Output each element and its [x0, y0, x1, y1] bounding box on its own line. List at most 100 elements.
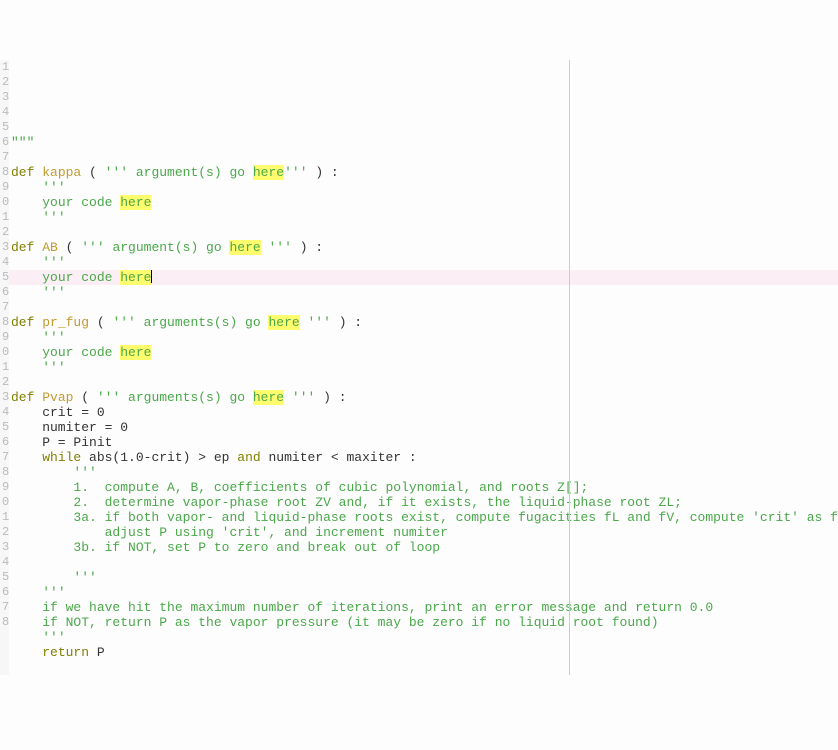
code-token: here — [229, 240, 260, 255]
code-token: ''' arguments(s) go — [112, 315, 268, 330]
code-line[interactable]: your code here — [9, 345, 838, 360]
code-token: ''' — [42, 180, 65, 195]
line-number: 3 — [0, 390, 8, 405]
line-number: 3 — [0, 240, 8, 255]
code-token — [11, 510, 73, 525]
code-token: kappa — [42, 165, 81, 180]
code-token: ''' — [42, 255, 65, 270]
line-number: 3 — [0, 90, 8, 105]
line-number: 6 — [0, 285, 8, 300]
code-line[interactable] — [9, 660, 838, 675]
code-token: Pvap — [42, 390, 73, 405]
code-line[interactable]: if we have hit the maximum number of ite… — [9, 600, 838, 615]
line-number: 7 — [0, 300, 8, 315]
text-cursor — [151, 270, 152, 283]
code-line[interactable]: adjust P using 'crit', and increment num… — [9, 525, 838, 540]
code-line[interactable]: def AB ( ''' argument(s) go here ''' ) : — [9, 240, 838, 255]
code-token — [11, 195, 42, 210]
line-number: 6 — [0, 135, 8, 150]
code-token — [11, 630, 42, 645]
line-number: 2 — [0, 375, 8, 390]
code-token: AB — [42, 240, 58, 255]
line-number-gutter: 12345678901234567890123456789012345678 — [0, 60, 9, 675]
code-line[interactable] — [9, 300, 838, 315]
line-number: 5 — [0, 420, 8, 435]
code-token — [11, 330, 42, 345]
code-line[interactable]: ''' — [9, 330, 838, 345]
code-token: here — [120, 345, 151, 360]
code-line[interactable]: def Pvap ( ''' arguments(s) go here ''' … — [9, 390, 838, 405]
line-number: 6 — [0, 435, 8, 450]
code-line[interactable]: 3a. if both vapor- and liquid-phase root… — [9, 510, 838, 525]
line-number: 8 — [0, 465, 8, 480]
code-line[interactable] — [9, 555, 838, 570]
line-number: 3 — [0, 540, 8, 555]
line-number: 2 — [0, 225, 8, 240]
code-line[interactable]: ''' — [9, 210, 838, 225]
code-token: 2. determine vapor-phase root ZV and, if… — [73, 495, 682, 510]
code-token: ) : — [323, 390, 346, 405]
line-number: 8 — [0, 315, 8, 330]
code-token: numiter < maxiter : — [268, 450, 416, 465]
code-line[interactable] — [9, 375, 838, 390]
code-token: ''' arguments(s) go — [97, 390, 253, 405]
print-margin-ruler — [569, 60, 570, 675]
code-line[interactable] — [9, 120, 838, 135]
code-token: ''' — [300, 315, 339, 330]
code-token: ''' — [73, 465, 96, 480]
code-line[interactable]: ''' — [9, 360, 838, 375]
code-token — [11, 600, 42, 615]
code-token: """ — [11, 135, 34, 150]
code-line[interactable]: your code here — [9, 195, 838, 210]
code-line[interactable]: """ — [9, 135, 838, 150]
code-token: ''' — [42, 360, 65, 375]
code-line[interactable]: crit = 0 — [9, 405, 838, 420]
code-line[interactable]: def kappa ( ''' argument(s) go here''' )… — [9, 165, 838, 180]
line-number: 9 — [0, 180, 8, 195]
line-number: 4 — [0, 405, 8, 420]
code-line[interactable]: ''' — [9, 570, 838, 585]
code-line[interactable]: return P — [9, 645, 838, 660]
code-token — [11, 615, 42, 630]
code-token: ''' — [42, 585, 65, 600]
code-area[interactable]: """ def kappa ( ''' argument(s) go here''… — [9, 60, 838, 675]
code-token — [11, 270, 42, 285]
code-token — [11, 285, 42, 300]
line-number: 7 — [0, 450, 8, 465]
code-token: ) : — [315, 165, 338, 180]
code-token: your code — [42, 345, 120, 360]
code-token: crit = 0 — [11, 405, 105, 420]
code-token: if NOT, return P as the vapor pressure (… — [42, 615, 658, 630]
code-line[interactable] — [9, 225, 838, 240]
code-line[interactable]: ''' — [9, 180, 838, 195]
code-line[interactable]: ''' — [9, 630, 838, 645]
code-line[interactable]: ''' — [9, 255, 838, 270]
line-number: 5 — [0, 270, 8, 285]
code-line[interactable]: ''' — [9, 285, 838, 300]
line-number: 9 — [0, 330, 8, 345]
code-line[interactable] — [9, 105, 838, 120]
code-line[interactable]: 1. compute A, B, coefficients of cubic p… — [9, 480, 838, 495]
code-token: ''' — [42, 630, 65, 645]
code-line[interactable]: ''' — [9, 465, 838, 480]
code-line[interactable]: 3b. if NOT, set P to zero and break out … — [9, 540, 838, 555]
code-line[interactable]: numiter = 0 — [9, 420, 838, 435]
code-line[interactable]: def pr_fug ( ''' arguments(s) go here ''… — [9, 315, 838, 330]
code-token: P = Pinit — [11, 435, 112, 450]
code-token: ''' — [42, 285, 65, 300]
code-token: ( — [73, 390, 96, 405]
code-line[interactable]: your code here — [9, 270, 838, 285]
code-line[interactable]: 2. determine vapor-phase root ZV and, if… — [9, 495, 838, 510]
code-token: ( — [58, 240, 81, 255]
code-line[interactable]: while abs(1.0-crit) > ep and numiter < m… — [9, 450, 838, 465]
code-token: P — [97, 645, 105, 660]
code-editor[interactable]: 12345678901234567890123456789012345678 "… — [0, 60, 838, 675]
line-number: 1 — [0, 210, 8, 225]
code-token: def — [11, 315, 42, 330]
line-number: 8 — [0, 165, 8, 180]
code-line[interactable]: P = Pinit — [9, 435, 838, 450]
code-line[interactable] — [9, 150, 838, 165]
code-line[interactable]: ''' — [9, 585, 838, 600]
code-token: ''' — [42, 210, 65, 225]
code-line[interactable]: if NOT, return P as the vapor pressure (… — [9, 615, 838, 630]
